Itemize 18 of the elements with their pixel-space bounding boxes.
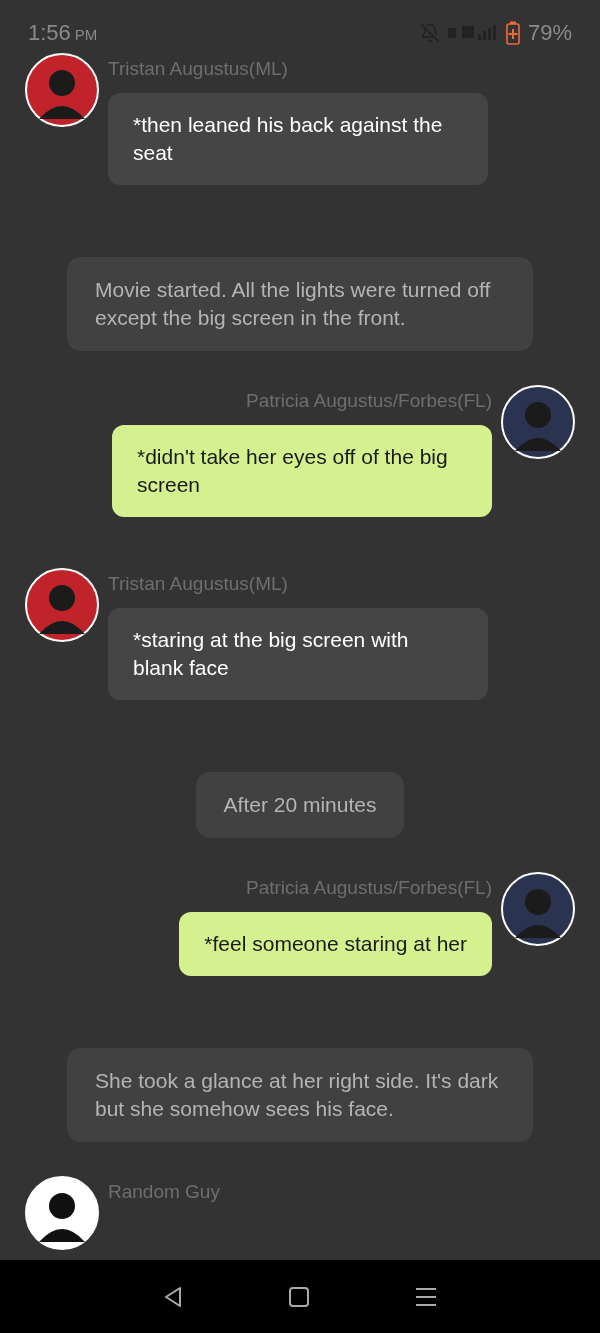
narration-bubble: After 20 minutes <box>195 772 405 838</box>
back-icon[interactable] <box>163 1284 183 1309</box>
sender-name: Patricia Augustus/Forbes(FL) <box>245 877 492 899</box>
narration-bubble: She took a glance at her right side. It's dark but she somehow sees his face. <box>67 1048 533 1142</box>
sender-name: Tristan Augustus(ML) <box>108 573 288 595</box>
narration-bubble: Movie started. All the lights were turned off except the big screen in the front. <box>67 257 533 351</box>
message-bubble: *staring at the big screen with blank face <box>108 608 488 700</box>
battery-percentage: 79% <box>527 20 572 46</box>
message-bubble: *feel someone staring at her <box>179 912 492 976</box>
sender-name: Tristan Augustus(ML) <box>108 58 288 80</box>
home-icon[interactable] <box>289 1286 309 1307</box>
message-bubble: *didn't take her eyes off of the big screen <box>112 425 492 517</box>
message-bubble: *then leaned his back against the seat <box>108 93 488 185</box>
clock-time: 1:56 <box>28 20 71 45</box>
sender-name: Random Guy <box>108 1181 220 1203</box>
menu-icon[interactable] <box>415 1286 437 1307</box>
sender-name: Patricia Augustus/Forbes(FL) <box>245 390 492 412</box>
clock-meridiem: PM <box>74 26 98 43</box>
